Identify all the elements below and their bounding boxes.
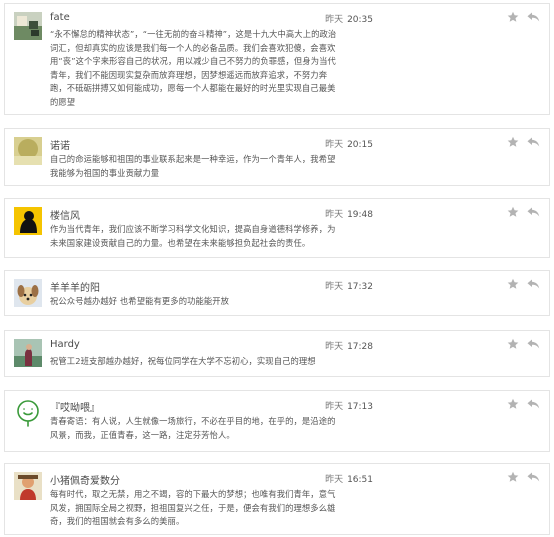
comment-day: 昨天 — [325, 282, 344, 292]
comment-clock: 17:28 — [347, 342, 373, 352]
avatar[interactable] — [14, 279, 42, 307]
comment-time: 昨天 17:28 — [325, 339, 373, 352]
commenter-name[interactable]: 楼信风 — [50, 207, 80, 222]
avatar[interactable] — [14, 137, 42, 165]
reply-icon[interactable] — [527, 399, 540, 409]
comment-time: 昨天 20:15 — [325, 137, 373, 150]
comment-day: 昨天 — [325, 475, 344, 485]
comment-text: “永不懈怠的精神状态”，“一往无前的奋斗精神”，这是十九大中高大上的政治词汇，但… — [50, 29, 337, 107]
comment-text: 作为当代青年，我们应该不断学习科学文化知识，提高自身道德科学修养，为未来国家建设… — [50, 224, 336, 248]
star-icon[interactable] — [507, 338, 519, 350]
comment-day: 昨天 — [325, 210, 344, 220]
commenter-name[interactable]: fate — [50, 12, 70, 23]
comment-day: 昨天 — [325, 342, 344, 352]
comment-day: 昨天 — [325, 402, 344, 412]
comment-clock: 20:35 — [347, 15, 373, 25]
reply-icon[interactable] — [527, 279, 540, 289]
reply-icon[interactable] — [527, 207, 540, 217]
avatar[interactable] — [14, 12, 42, 40]
comment-text: 每有时代，取之无禁，用之不竭，容的下最大的梦想；也唯有我们青年，意气风发，拥国际… — [50, 489, 336, 526]
avatar[interactable] — [14, 339, 42, 367]
comment-clock: 17:32 — [347, 282, 373, 292]
commenter-name[interactable]: Hardy — [50, 339, 80, 350]
comment-text: 祝公众号越办越好 也希望能有更多的功能能开放 — [50, 296, 230, 306]
reply-icon[interactable] — [527, 137, 540, 147]
reply-icon[interactable] — [527, 12, 540, 22]
comment-card: 楼信风 昨天 19:48 作为当代青年，我们应该不断学习科学文化知识，提高自身道… — [4, 198, 550, 258]
commenter-name[interactable]: 诺诺 — [50, 137, 70, 152]
comment-clock: 19:48 — [347, 210, 373, 220]
comment-card: fate 昨天 20:35 “永不懈怠的精神状态”，“一往无前的奋斗精神”，这是… — [4, 3, 550, 115]
comment-time: 昨天 17:32 — [325, 279, 373, 292]
avatar[interactable] — [14, 399, 42, 427]
commenter-name[interactable]: 羊羊羊的阳 — [50, 279, 100, 294]
reply-icon[interactable] — [527, 472, 540, 482]
comment-day: 昨天 — [325, 15, 344, 25]
star-icon[interactable] — [507, 11, 519, 23]
comment-text: 青春寄语：有人说，人生就像一场旅行，不必在乎目的地，在乎的，是沿途的风景，而我，… — [50, 416, 336, 440]
comment-clock: 20:15 — [347, 140, 373, 150]
star-icon[interactable] — [507, 398, 519, 410]
comment-time: 昨天 20:35 — [325, 12, 373, 25]
comment-time: 昨天 16:51 — [325, 472, 373, 485]
commenter-name[interactable]: 『哎呦喂』 — [50, 399, 100, 414]
comment-time: 昨天 19:48 — [325, 207, 373, 220]
avatar[interactable] — [14, 207, 42, 235]
comment-clock: 16:51 — [347, 475, 373, 485]
comment-text: 祝管工2班支部越办越好，祝每位同学在大学不忘初心，实现自己的理想 — [50, 356, 316, 366]
comment-day: 昨天 — [325, 140, 344, 150]
comment-card: Hardy 昨天 17:28 祝管工2班支部越办越好，祝每位同学在大学不忘初心，… — [4, 330, 550, 377]
comment-card: 羊羊羊的阳 昨天 17:32 祝公众号越办越好 也希望能有更多的功能能开放 — [4, 270, 550, 316]
star-icon[interactable] — [507, 278, 519, 290]
comment-card: 『哎呦喂』 昨天 17:13 青春寄语：有人说，人生就像一场旅行，不必在乎目的地… — [4, 390, 550, 452]
star-icon[interactable] — [507, 136, 519, 148]
comment-card: 小猪佩奇爱数分 昨天 16:51 每有时代，取之无禁，用之不竭，容的下最大的梦想… — [4, 463, 550, 535]
commenter-name[interactable]: 小猪佩奇爱数分 — [50, 472, 120, 487]
comment-clock: 17:13 — [347, 402, 373, 412]
comment-text: 自己的命运能够和祖国的事业联系起来是一种幸运，作为一个青年人，我希望我能够为祖国… — [50, 154, 336, 178]
reply-icon[interactable] — [527, 339, 540, 349]
star-icon[interactable] — [507, 471, 519, 483]
comment-card: 诺诺 昨天 20:15 自己的命运能够和祖国的事业联系起来是一种幸运，作为一个青… — [4, 128, 550, 186]
avatar[interactable] — [14, 472, 42, 500]
comment-time: 昨天 17:13 — [325, 399, 373, 412]
star-icon[interactable] — [507, 206, 519, 218]
